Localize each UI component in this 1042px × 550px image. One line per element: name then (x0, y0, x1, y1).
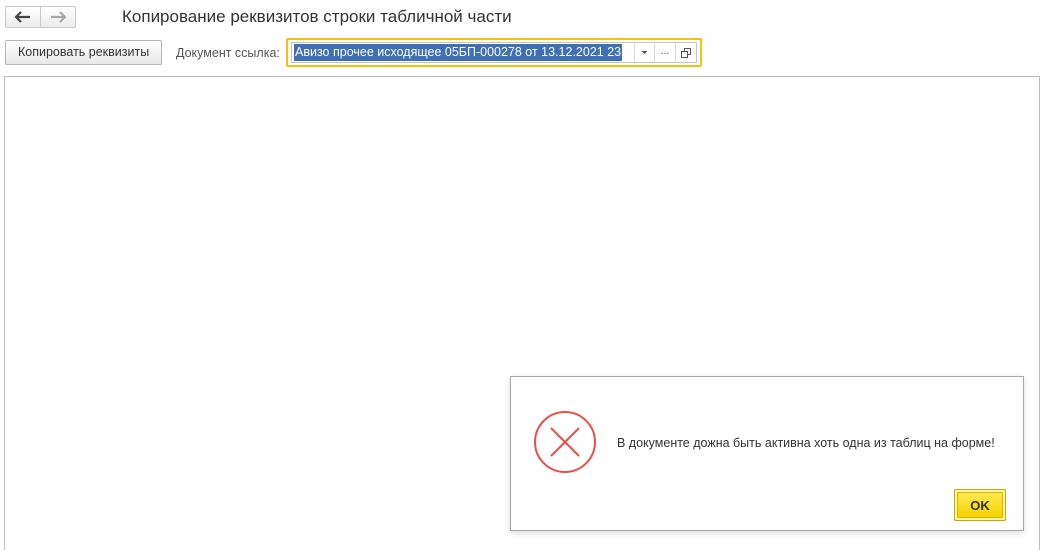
select-button[interactable]: ... (655, 43, 676, 62)
arrow-left-icon (15, 11, 30, 23)
page-title: Копирование реквизитов строки табличной … (122, 7, 512, 26)
chevron-down-icon (641, 51, 648, 54)
form-window: Копирование реквизитов строки табличной … (0, 0, 1042, 550)
copy-attributes-button[interactable]: Копировать реквизиты (5, 40, 163, 65)
error-dialog: В документе дожна быть активна хоть одна… (510, 376, 1024, 531)
doc-link-label: Документ ссылка: (176, 46, 280, 60)
arrow-right-icon (51, 11, 66, 23)
doc-link-value: Авизо прочее исходящее 05БП-000278 от 13… (294, 44, 623, 61)
ok-button[interactable]: OK (954, 489, 1006, 521)
dialog-message: В документе дожна быть активна хоть одна… (617, 436, 995, 450)
dropdown-button[interactable] (635, 43, 655, 62)
forward-button[interactable] (40, 7, 75, 27)
doc-link-input[interactable]: Авизо прочее исходящее 05БП-000278 от 13… (292, 43, 635, 62)
open-window-icon (681, 47, 691, 58)
back-button[interactable] (6, 7, 40, 27)
doc-link-field[interactable]: Авизо прочее исходящее 05БП-000278 от 13… (286, 38, 702, 67)
ok-button-label: OK (957, 492, 1003, 518)
navigation-buttons (5, 6, 76, 28)
error-cross-icon (534, 411, 596, 473)
open-button[interactable] (676, 43, 696, 62)
